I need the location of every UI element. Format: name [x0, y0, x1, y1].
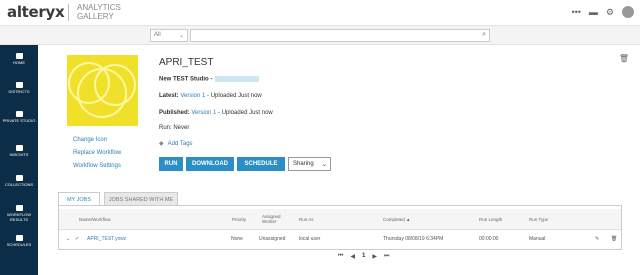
- studio-label: New TEST Studio -: [159, 76, 213, 83]
- add-tags-label: Add Tags: [167, 141, 193, 147]
- sidebar-item-label: HOME: [13, 60, 25, 65]
- change-icon-link[interactable]: Change Icon: [73, 134, 121, 147]
- workflow-thumbnail-art: [68, 62, 136, 118]
- schedule-button[interactable]: SCHEDULE: [237, 157, 285, 171]
- sidebar-item-label: DISTRICTS: [8, 89, 30, 94]
- col-run-as[interactable]: Run As: [299, 217, 314, 222]
- published-label: Published:: [159, 110, 190, 116]
- col-name[interactable]: Name/Workflow: [79, 217, 111, 222]
- search-bar: All ⌄ ⌕: [0, 26, 640, 45]
- sidebar-item-home[interactable]: HOME: [0, 53, 38, 65]
- check-icon: ✔: [75, 236, 80, 242]
- pagination: ⏮ ◀ 1 ▶ ⏭: [338, 253, 389, 260]
- insights-icon: [15, 145, 23, 151]
- tag-icon: ◆: [159, 141, 164, 147]
- tab-jobs-shared[interactable]: JOBS SHARED WITH ME: [104, 192, 178, 206]
- add-tags-link[interactable]: ◆ Add Tags: [159, 140, 193, 147]
- more-icon[interactable]: •••: [571, 7, 580, 17]
- trash-icon[interactable]: 🗑: [611, 236, 617, 242]
- avatar[interactable]: [622, 6, 634, 18]
- sidebar-item-private-studio[interactable]: PRIVATE STUDIO: [0, 111, 38, 123]
- workflow-results-icon: [15, 205, 23, 211]
- job-run-type: Manual: [529, 236, 546, 242]
- collections-icon: [15, 175, 23, 181]
- gallery-name: ANALYTICS GALLERY: [77, 3, 121, 21]
- search-filter-select[interactable]: All ⌄: [150, 29, 188, 42]
- first-page-icon[interactable]: ⏮: [338, 253, 343, 260]
- published-suffix: - Uploaded Just now: [218, 110, 273, 116]
- run-status: Run: Never: [159, 125, 190, 131]
- sidebar-item-collections[interactable]: COLLECTIONS: [0, 175, 38, 187]
- jobs-table-header: Name/Workflow Priority Assigned Worker R…: [59, 209, 621, 229]
- latest-version-link[interactable]: Version 1: [180, 93, 205, 99]
- latest-suffix: - Uploaded Just now: [207, 93, 262, 99]
- studio-line: New TEST Studio -: [159, 76, 260, 83]
- private-studio-icon: [15, 111, 23, 117]
- trash-icon[interactable]: 🗑: [619, 54, 629, 63]
- gallery-line-1: ANALYTICS: [77, 3, 121, 12]
- jobs-panel: Name/Workflow Priority Assigned Worker R…: [58, 205, 622, 250]
- header-icons: ••• ▬ ⚙: [571, 6, 634, 18]
- chevron-down-icon: ⌄: [321, 162, 327, 168]
- main-content: Change Icon Replace Workflow Workflow Se…: [38, 45, 640, 275]
- gallery-line-2: GALLERY: [77, 12, 114, 21]
- workflow-title: APRI_TEST: [159, 57, 214, 68]
- latest-line: Latest: Version 1 - Uploaded Just now: [159, 93, 262, 99]
- message-icon[interactable]: ▬: [589, 7, 598, 17]
- job-worker: Unassigned: [259, 236, 286, 242]
- schedules-icon: [15, 235, 23, 241]
- logo-divider: [68, 4, 69, 21]
- chevron-down-icon: ⌄: [178, 33, 184, 39]
- sidebar-item-insights[interactable]: INSIGHTS: [0, 145, 38, 157]
- edit-icon[interactable]: ✎: [595, 236, 599, 242]
- latest-label: Latest:: [159, 93, 179, 99]
- published-version-link[interactable]: Version 1: [191, 110, 216, 116]
- workflow-side-links: Change Icon Replace Workflow Workflow Se…: [73, 134, 121, 173]
- job-name-link[interactable]: APRI_TEST.yxwz: [87, 236, 126, 242]
- sidebar-item-label: INSIGHTS: [9, 152, 29, 157]
- redacted-owner: [215, 76, 260, 82]
- sidebar-item-label: WORKFLOW RESULTS: [7, 212, 31, 222]
- job-priority: None: [231, 236, 243, 242]
- tab-my-jobs[interactable]: MY JOBS: [58, 192, 100, 206]
- districts-icon: [15, 82, 23, 88]
- download-button[interactable]: DOWNLOAD: [186, 157, 234, 171]
- sidebar-item-workflow-results[interactable]: WORKFLOW RESULTS: [0, 205, 38, 222]
- col-run-length[interactable]: Run Length: [479, 217, 502, 222]
- col-priority[interactable]: Priority: [232, 217, 246, 222]
- col-completed[interactable]: Completed ▲: [383, 217, 410, 222]
- sidebar: HOME DISTRICTS PRIVATE STUDIO INSIGHTS C…: [0, 45, 38, 275]
- sidebar-item-districts[interactable]: DISTRICTS: [0, 82, 38, 94]
- job-completed: Thursday 08/08/19 6:34PM: [383, 236, 444, 242]
- chevron-down-icon[interactable]: ⌄: [66, 236, 70, 242]
- top-bar: alteryx ANALYTICS GALLERY ••• ▬ ⚙: [0, 0, 640, 26]
- search-input[interactable]: ⌕: [190, 29, 490, 42]
- workflow-settings-link[interactable]: Workflow Settings: [73, 160, 121, 173]
- sidebar-item-label: COLLECTIONS: [4, 182, 34, 187]
- current-page: 1: [362, 253, 366, 259]
- sharing-value: Sharing: [293, 161, 314, 167]
- table-row[interactable]: ⌄ ✔ APRI_TEST.yxwz None Unassigned local…: [59, 229, 621, 247]
- sharing-select[interactable]: Sharing ⌄: [288, 157, 331, 171]
- published-line: Published: Version 1 - Uploaded Just now: [159, 110, 273, 116]
- run-button[interactable]: RUN: [159, 157, 183, 171]
- job-run-as: local user: [299, 236, 321, 242]
- workflow-thumbnail: [67, 55, 138, 126]
- job-run-length: 00:00:00: [479, 236, 499, 242]
- sidebar-item-label: SCHEDULES: [6, 242, 32, 247]
- sidebar-item-schedules[interactable]: SCHEDULES: [0, 235, 38, 247]
- search-filter-value: All: [154, 32, 161, 38]
- sidebar-item-label: PRIVATE STUDIO: [2, 118, 36, 123]
- col-worker[interactable]: Assigned Worker: [262, 214, 286, 224]
- gear-icon[interactable]: ⚙: [606, 7, 614, 18]
- home-icon: [15, 53, 23, 59]
- last-page-icon[interactable]: ⏭: [384, 253, 389, 260]
- search-icon[interactable]: ⌕: [482, 31, 486, 39]
- col-run-type[interactable]: Run Type: [529, 217, 548, 222]
- next-page-icon[interactable]: ▶: [372, 253, 377, 260]
- prev-page-icon[interactable]: ◀: [350, 253, 355, 260]
- alteryx-logo[interactable]: alteryx: [7, 3, 65, 21]
- replace-workflow-link[interactable]: Replace Workflow: [73, 147, 121, 160]
